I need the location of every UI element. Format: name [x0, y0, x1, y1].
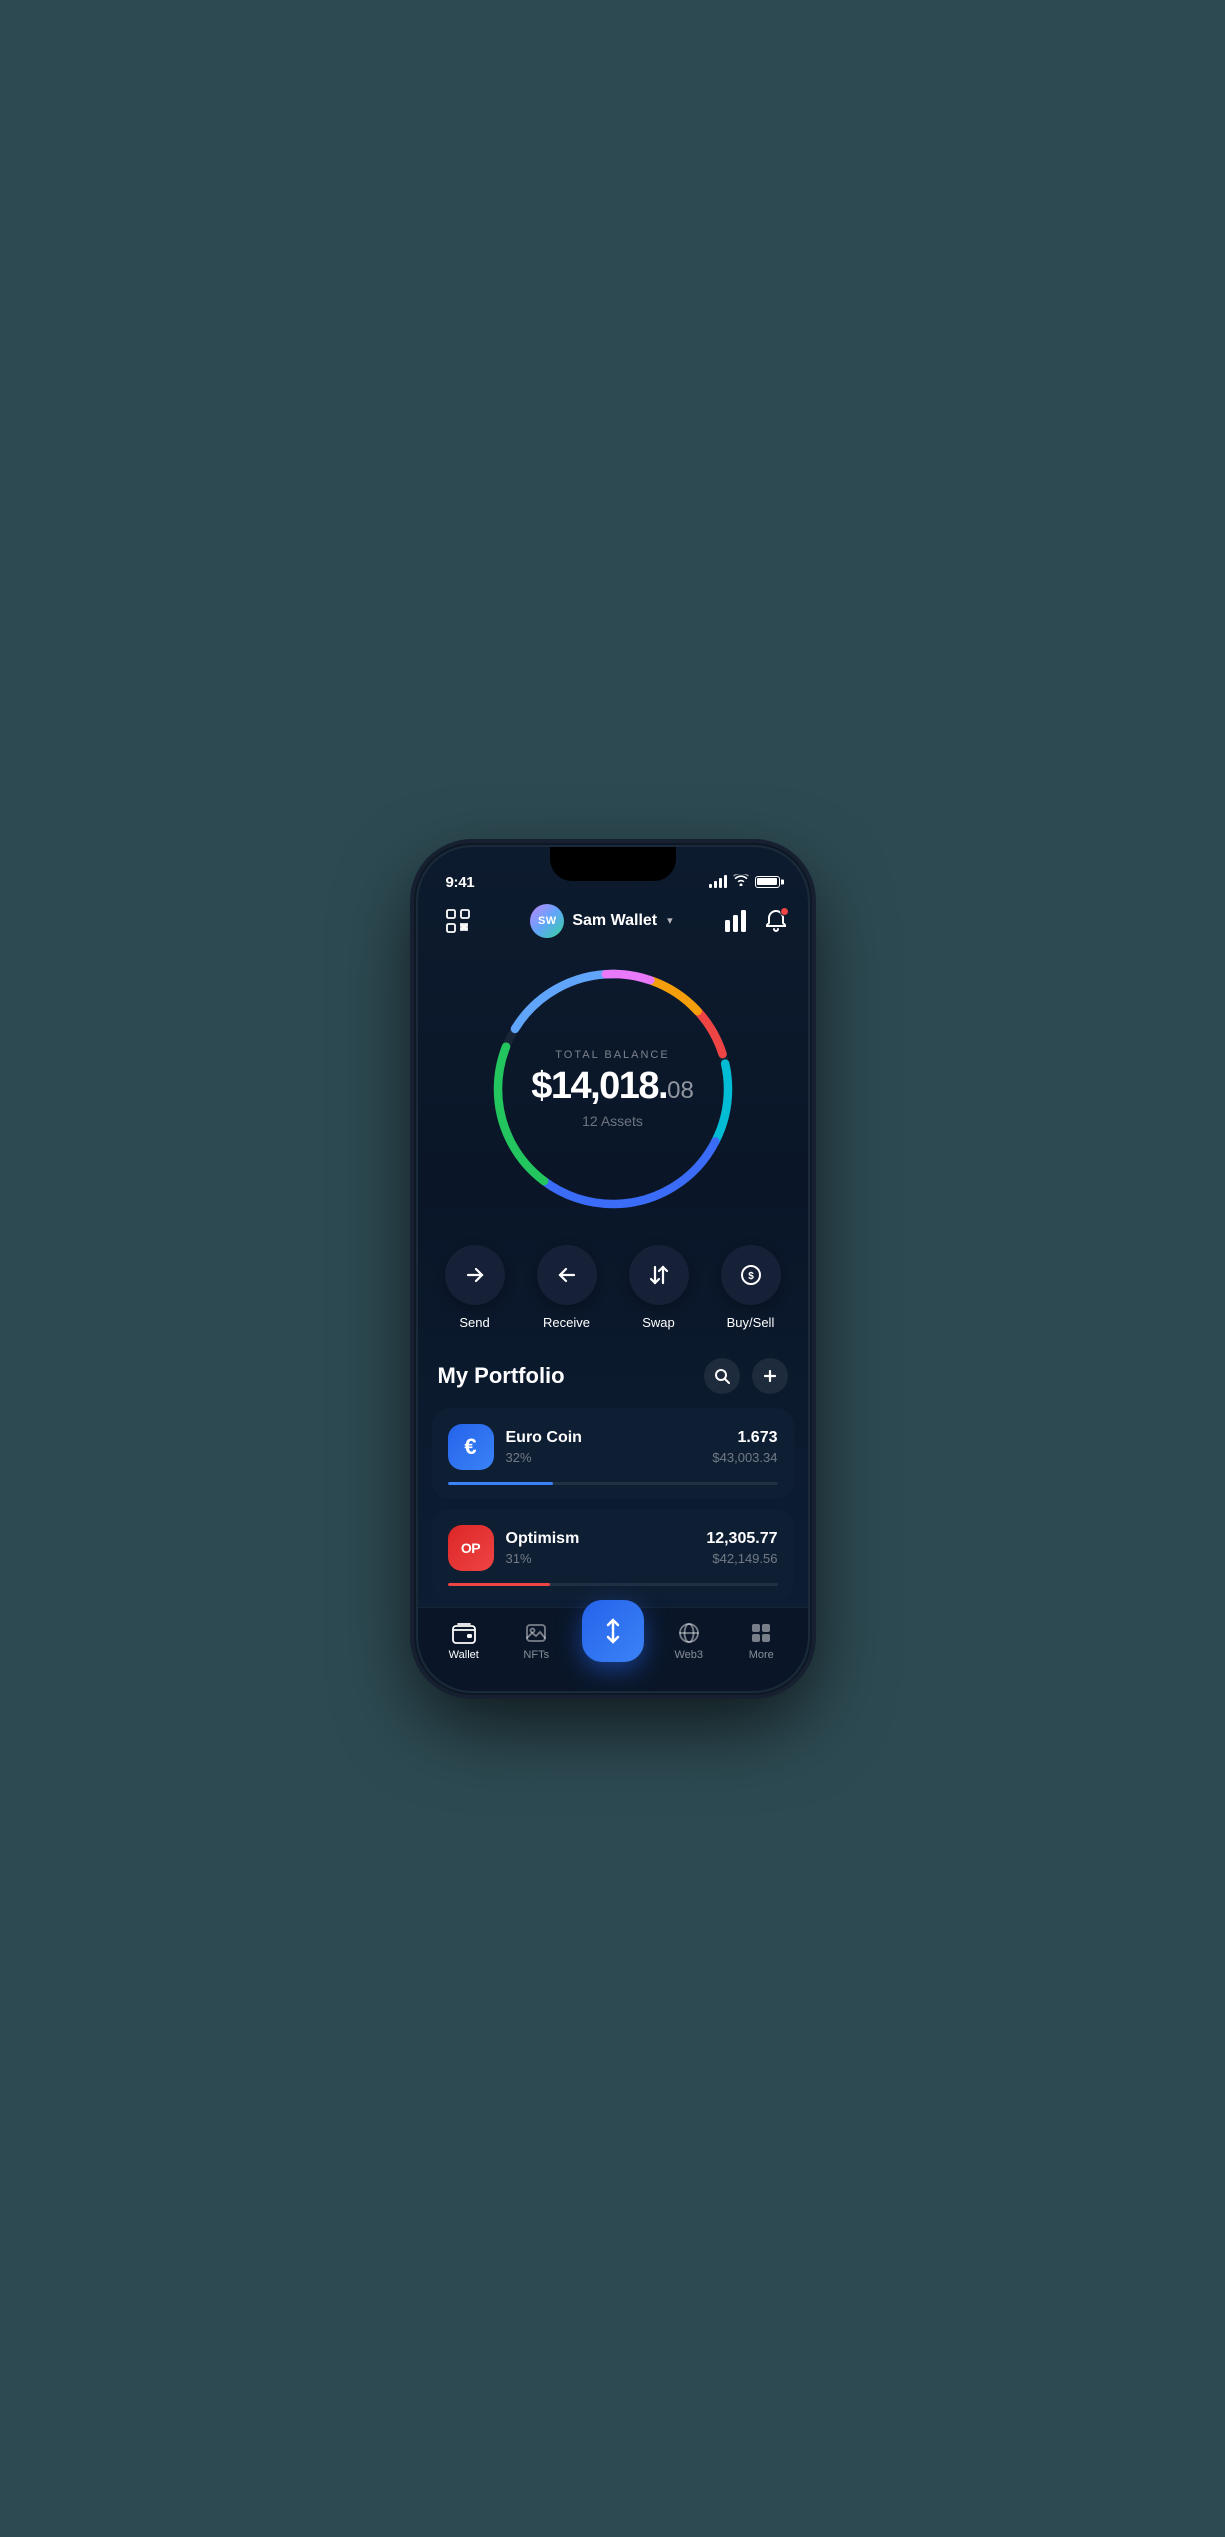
portfolio-section: My Portfolio [418, 1350, 808, 1607]
balance-ring: TOTAL BALANCE $14,018.08 12 Assets [483, 959, 743, 1219]
signal-bars-icon [709, 875, 727, 888]
nav-center [573, 1620, 653, 1662]
send-label: Send [459, 1315, 489, 1330]
optimism-name: Optimism [506, 1530, 695, 1548]
nfts-nav-label: NFTs [523, 1649, 549, 1661]
nav-wallet[interactable]: Wallet [428, 1621, 501, 1661]
avatar: SW [530, 904, 564, 938]
euro-coin-progress [448, 1482, 778, 1485]
nav-web3[interactable]: Web3 [653, 1621, 726, 1661]
buysell-icon-circle: $ [721, 1245, 781, 1305]
send-icon-circle [445, 1245, 505, 1305]
portfolio-header: My Portfolio [418, 1350, 808, 1408]
euro-coin-pct: 32% [506, 1450, 701, 1465]
signal-bar-1 [709, 884, 712, 888]
wallet-icon [452, 1621, 476, 1645]
buysell-button[interactable]: $ Buy/Sell [721, 1245, 781, 1330]
assets-count: 12 Assets [531, 1113, 694, 1129]
svg-text:$: $ [748, 1271, 754, 1282]
swap-label: Swap [642, 1315, 675, 1330]
nfts-icon [524, 1621, 548, 1645]
balance-whole: $14,018. [531, 1065, 667, 1107]
portfolio-add-button[interactable] [752, 1358, 788, 1394]
receive-label: Receive [543, 1315, 590, 1330]
header: SW Sam Wallet ▾ [418, 897, 808, 949]
web3-icon [677, 1621, 701, 1645]
balance-amount-row: $14,018.08 [531, 1067, 694, 1105]
portfolio-title: My Portfolio [438, 1363, 565, 1389]
user-selector[interactable]: SW Sam Wallet ▾ [530, 904, 672, 938]
euro-coin-usd: $43,003.34 [712, 1450, 777, 1465]
euro-coin-name: Euro Coin [506, 1429, 701, 1447]
status-icons [709, 873, 780, 891]
battery-fill [757, 878, 777, 885]
optimism-values: 12,305.77 $42,149.56 [706, 1530, 777, 1566]
euro-coin-values: 1.673 $43,003.34 [712, 1429, 777, 1465]
balance-section: TOTAL BALANCE $14,018.08 12 Assets [418, 949, 808, 1235]
swap-button[interactable]: Swap [629, 1245, 689, 1330]
optimism-info: Optimism 31% [506, 1530, 695, 1566]
receive-icon-circle [537, 1245, 597, 1305]
wallet-nav-label: Wallet [449, 1649, 479, 1661]
chart-button[interactable] [725, 910, 749, 932]
bottom-nav: Wallet NFTs [418, 1607, 808, 1691]
send-button[interactable]: Send [445, 1245, 505, 1330]
signal-bar-4 [724, 875, 727, 888]
euro-symbol: € [464, 1434, 476, 1460]
nav-nfts[interactable]: NFTs [500, 1621, 573, 1661]
web3-nav-label: Web3 [674, 1649, 703, 1661]
euro-coin-info: Euro Coin 32% [506, 1429, 701, 1465]
euro-coin-progress-bar [448, 1482, 554, 1485]
optimism-usd: $42,149.56 [706, 1551, 777, 1566]
optimism-progress-bar [448, 1583, 550, 1586]
signal-bar-3 [719, 878, 722, 888]
wifi-icon [733, 873, 749, 891]
nav-more[interactable]: More [725, 1621, 798, 1661]
status-time: 9:41 [446, 874, 475, 891]
balance-center: TOTAL BALANCE $14,018.08 12 Assets [531, 1049, 694, 1129]
asset-row: OP Optimism 31% 12,305.77 $42,149.56 [448, 1525, 778, 1571]
balance-cents: 08 [667, 1077, 694, 1104]
notch [550, 847, 676, 881]
swap-icon-circle [629, 1245, 689, 1305]
more-icon [749, 1621, 773, 1645]
more-nav-label: More [749, 1649, 774, 1661]
portfolio-search-button[interactable] [704, 1358, 740, 1394]
optimism-icon: OP [448, 1525, 494, 1571]
receive-button[interactable]: Receive [537, 1245, 597, 1330]
center-action-button[interactable] [582, 1600, 644, 1662]
euro-coin-amount: 1.673 [712, 1429, 777, 1447]
asset-card-optimism[interactable]: OP Optimism 31% 12,305.77 $42,149.56 [432, 1509, 794, 1600]
asset-card-euro-coin[interactable]: € Euro Coin 32% 1.673 $43,003.34 [432, 1408, 794, 1499]
phone-inner: 9:41 [418, 847, 808, 1691]
scan-button[interactable] [438, 901, 478, 941]
optimism-progress [448, 1583, 778, 1586]
portfolio-actions [704, 1358, 788, 1394]
signal-bar-2 [714, 881, 717, 888]
action-buttons: Send Receive [418, 1235, 808, 1350]
euro-coin-icon: € [448, 1424, 494, 1470]
user-name: Sam Wallet [572, 912, 657, 930]
header-actions [725, 909, 787, 933]
bell-button[interactable] [765, 909, 787, 933]
battery-icon [755, 876, 780, 888]
optimism-amount: 12,305.77 [706, 1530, 777, 1548]
buysell-label: Buy/Sell [727, 1315, 775, 1330]
asset-list: € Euro Coin 32% 1.673 $43,003.34 [418, 1408, 808, 1607]
phone-frame: 9:41 [418, 847, 808, 1691]
asset-row: € Euro Coin 32% 1.673 $43,003.34 [448, 1424, 778, 1470]
op-symbol: OP [461, 1540, 480, 1556]
notification-dot [780, 907, 789, 916]
total-balance-label: TOTAL BALANCE [531, 1049, 694, 1061]
optimism-pct: 31% [506, 1551, 695, 1566]
chevron-down-icon: ▾ [667, 914, 673, 927]
